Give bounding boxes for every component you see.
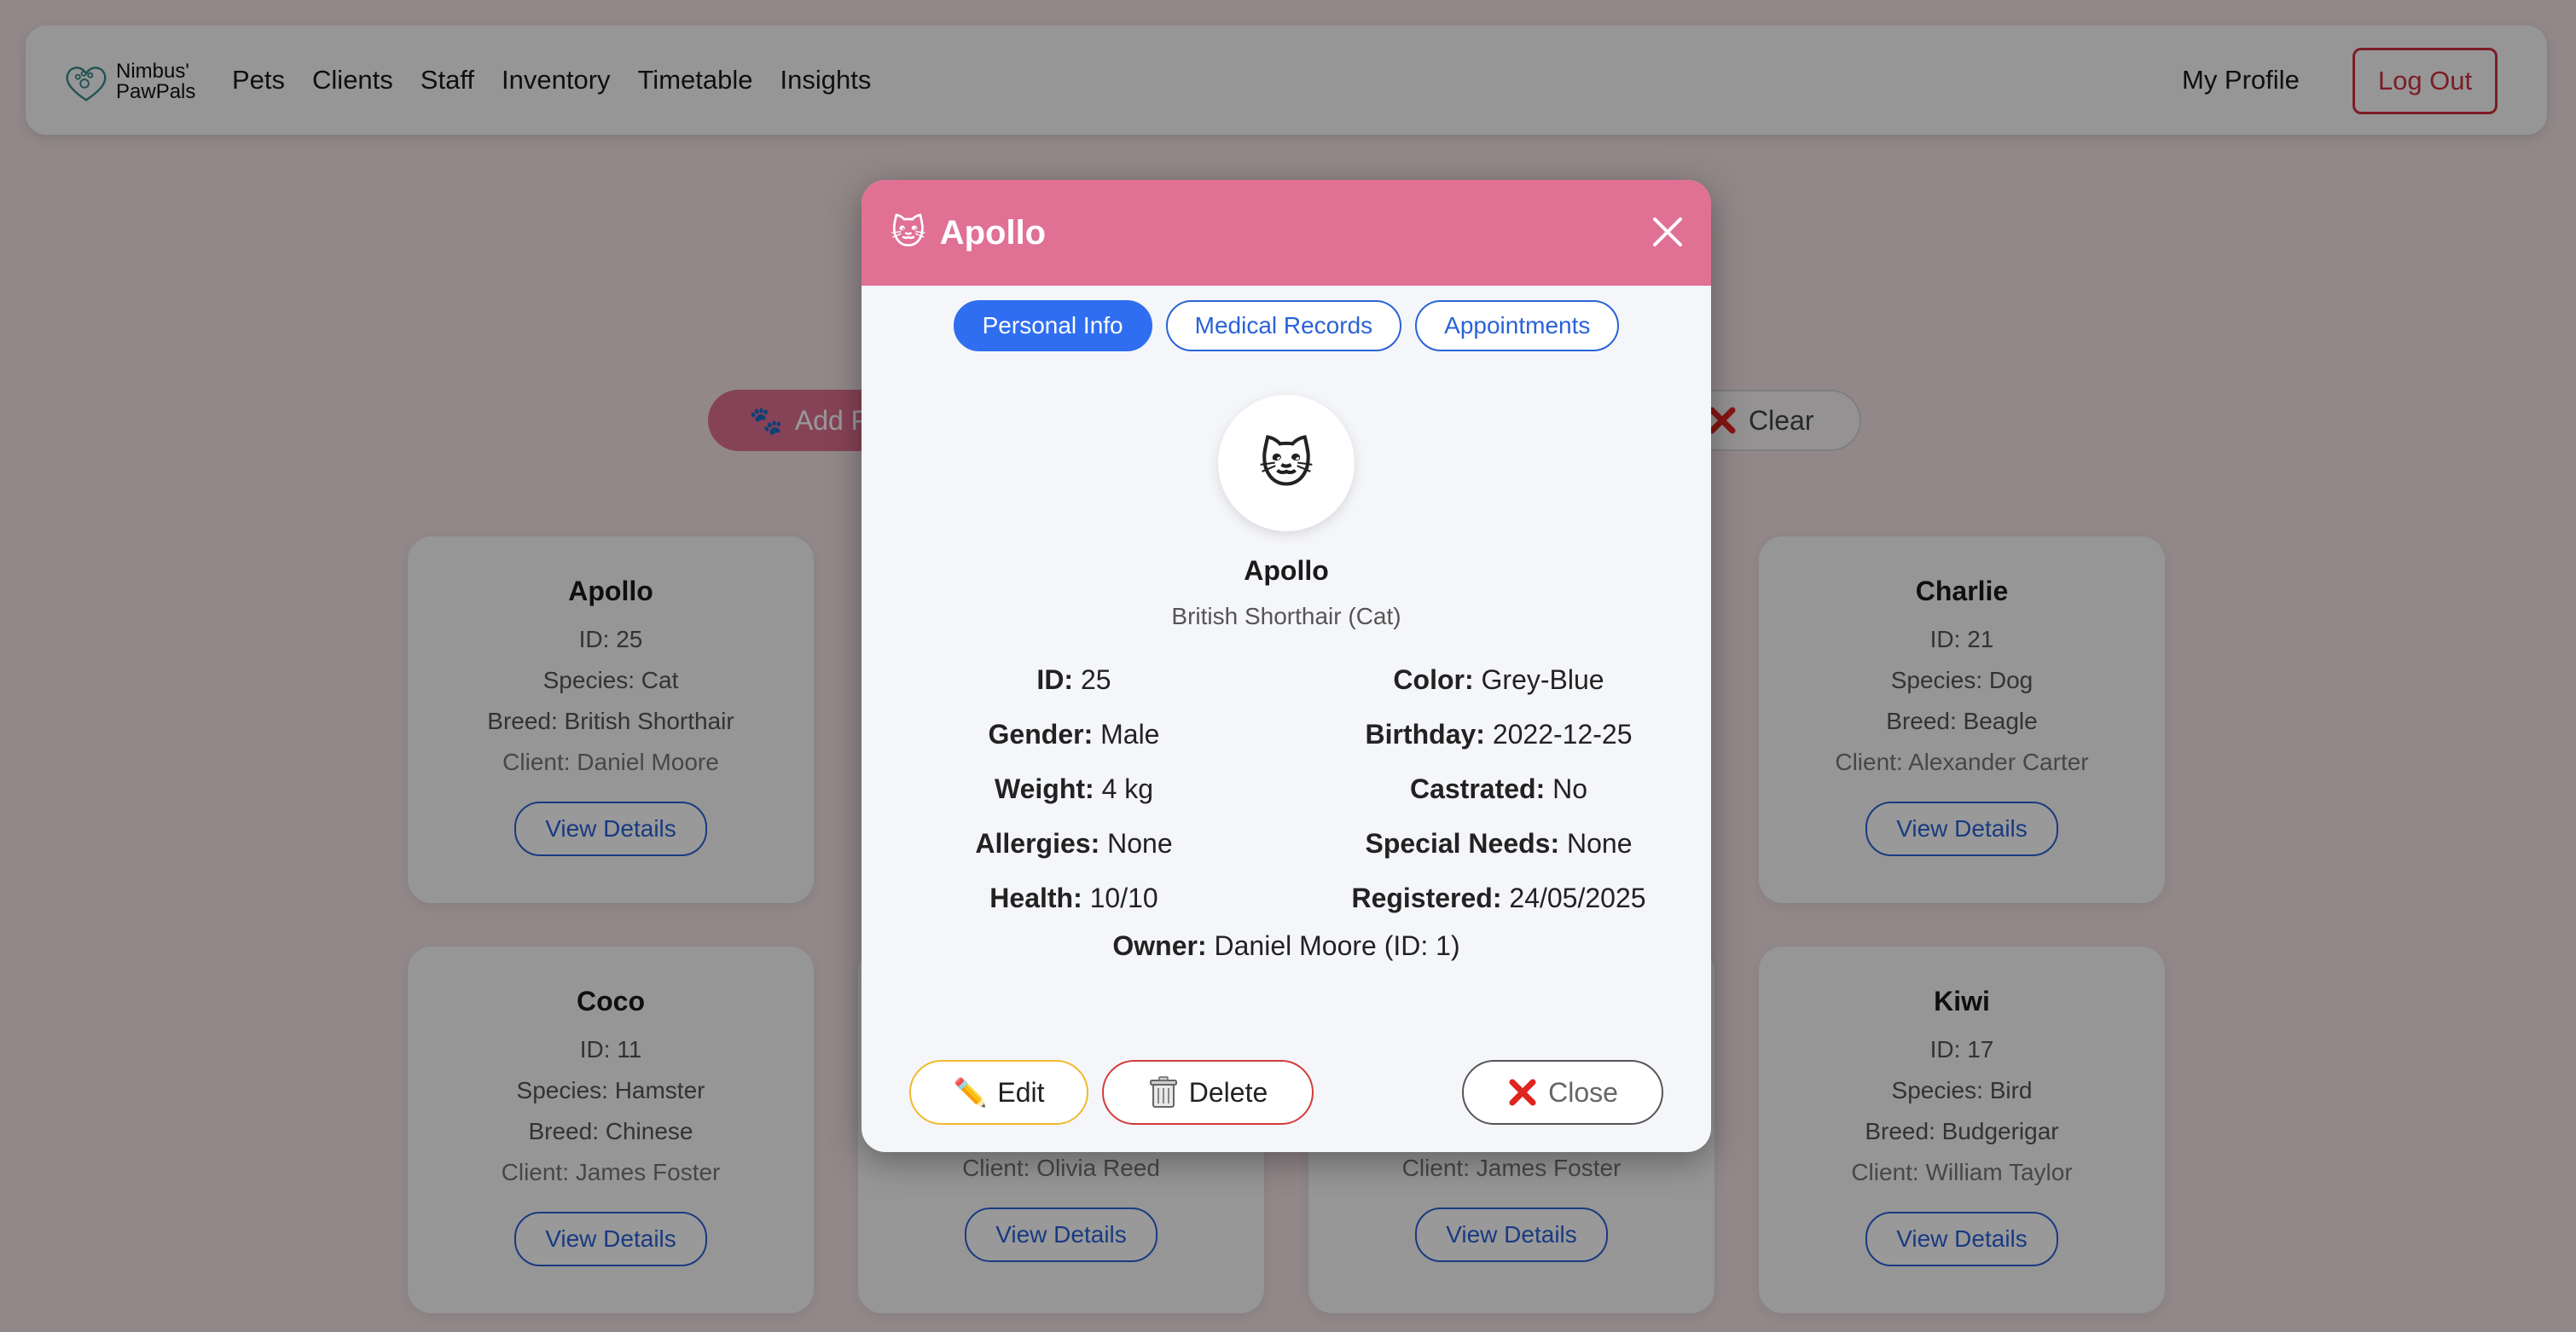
field-birthday-label: Birthday:	[1365, 718, 1485, 750]
tab-appointments[interactable]: Appointments	[1415, 300, 1620, 351]
field-registered-value: 24/05/2025	[1509, 882, 1646, 913]
edit-button[interactable]: ✏️ Edit	[909, 1060, 1088, 1125]
field-castrated: Castrated: No	[1286, 773, 1711, 805]
tab-medical-records[interactable]: Medical Records	[1165, 300, 1402, 351]
field-registered-label: Registered:	[1351, 882, 1502, 913]
field-gender-label: Gender:	[988, 718, 1094, 750]
field-id-label: ID:	[1036, 663, 1074, 695]
field-owner-value: Daniel Moore (ID: 1)	[1214, 930, 1460, 961]
field-birthday: Birthday: 2022-12-25	[1286, 719, 1711, 750]
field-special-needs: Special Needs: None	[1286, 828, 1711, 860]
pencil-icon: ✏️	[953, 1076, 988, 1109]
info-row: Allergies: None Special Needs: None	[862, 816, 1711, 871]
field-birthday-value: 2022-12-25	[1492, 718, 1633, 750]
pet-avatar: 🐱	[1218, 395, 1355, 531]
field-gender: Gender: Male	[862, 719, 1286, 750]
info-row: Health: 10/10 Registered: 24/05/2025	[862, 871, 1711, 925]
tab-personal-info[interactable]: Personal Info	[953, 300, 1152, 351]
cat-face-icon: 🐱	[1258, 431, 1314, 495]
field-castrated-label: Castrated:	[1409, 773, 1546, 804]
field-owner: Owner: Daniel Moore (ID: 1)	[862, 930, 1711, 962]
close-icon[interactable]	[1648, 212, 1687, 252]
field-weight: Weight: 4 kg	[862, 773, 1286, 805]
cat-face-icon: 🐱	[891, 213, 926, 252]
field-id-value: 25	[1080, 663, 1111, 695]
modal-title-text: Apollo	[939, 213, 1047, 252]
delete-button[interactable]: Delete	[1102, 1060, 1314, 1125]
modal-title: 🐱 Apollo	[891, 180, 1046, 286]
field-health: Health: 10/10	[862, 883, 1286, 914]
pet-breed: British Shorthair (Cat)	[1171, 603, 1401, 629]
field-registered: Registered: 24/05/2025	[1286, 883, 1711, 914]
close-label: Close	[1548, 1076, 1618, 1108]
red-x-icon	[1509, 1079, 1536, 1106]
trash-icon	[1149, 1076, 1177, 1108]
field-gender-value: Male	[1100, 718, 1160, 750]
delete-label: Delete	[1188, 1076, 1268, 1108]
field-color-value: Grey-Blue	[1481, 663, 1604, 695]
field-color: Color: Grey-Blue	[1286, 664, 1711, 696]
modal-header: 🐱 Apollo	[862, 180, 1711, 286]
edit-label: Edit	[997, 1076, 1045, 1108]
field-allergies-label: Allergies:	[975, 827, 1100, 859]
info-row: ID: 25 Color: Grey-Blue	[862, 652, 1711, 707]
modal-tabs: Personal Info Medical Records Appointmen…	[862, 300, 1711, 351]
field-health-value: 10/10	[1089, 882, 1158, 913]
pet-info-grid: ID: 25 Color: Grey-Blue Gender: Male Bir…	[862, 652, 1711, 925]
field-allergies: Allergies: None	[862, 828, 1286, 860]
field-color-label: Color:	[1393, 663, 1474, 695]
field-special-needs-value: None	[1567, 827, 1633, 859]
pet-details-modal: 🐱 Apollo Personal Info Medical Records A…	[862, 180, 1711, 1152]
field-allergies-value: None	[1107, 827, 1173, 859]
close-button[interactable]: Close	[1462, 1060, 1663, 1125]
field-weight-label: Weight:	[994, 773, 1094, 804]
field-health-label: Health:	[989, 882, 1082, 913]
field-castrated-value: No	[1552, 773, 1588, 804]
pet-name: Apollo	[1244, 555, 1329, 586]
info-row: Weight: 4 kg Castrated: No	[862, 762, 1711, 816]
field-special-needs-label: Special Needs:	[1365, 827, 1560, 859]
field-weight-value: 4 kg	[1101, 773, 1154, 804]
field-owner-label: Owner:	[1112, 930, 1207, 961]
info-row: Gender: Male Birthday: 2022-12-25	[862, 707, 1711, 762]
field-id: ID: 25	[862, 664, 1286, 696]
